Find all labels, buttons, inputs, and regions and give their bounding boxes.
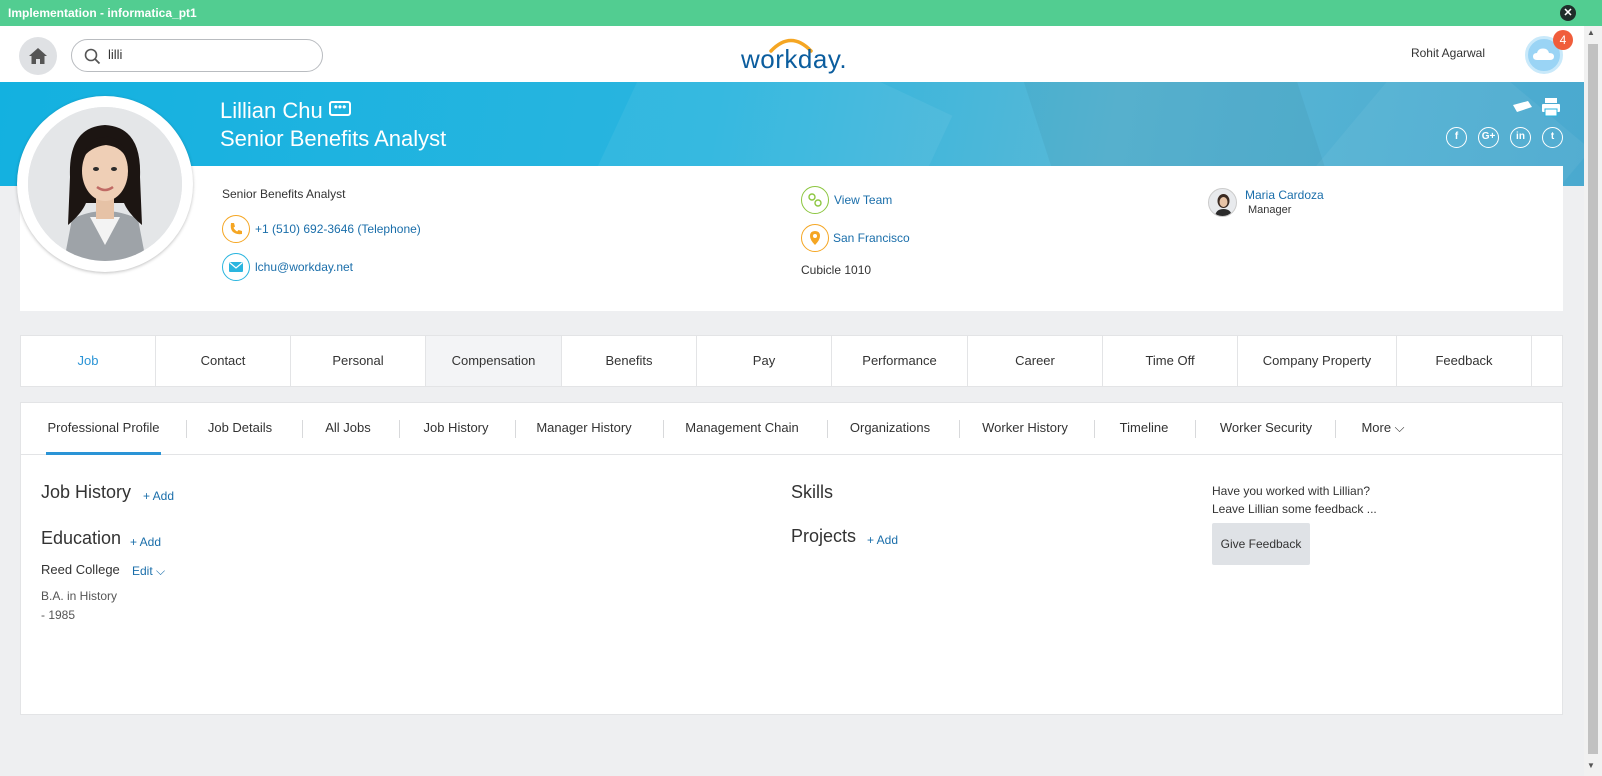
workday-logo[interactable]: workday. (741, 32, 848, 76)
tab-compensation[interactable]: Compensation (426, 336, 562, 386)
subtab-job-details[interactable]: Job Details (206, 403, 274, 455)
search-box[interactable] (71, 39, 323, 72)
cubicle-label: Cubicle 1010 (801, 263, 872, 277)
worker-info-card: Senior Benefits Analyst +1 (510) 692-364… (20, 166, 1563, 311)
skills-heading: Skills (791, 482, 834, 502)
subtab-worker-history[interactable]: Worker History (981, 403, 1069, 455)
tab-benefits[interactable]: Benefits (562, 336, 697, 386)
subtab-all-jobs[interactable]: All Jobs (323, 403, 373, 455)
subtab-divider (515, 420, 516, 438)
school-name: Reed College (41, 562, 120, 577)
manager-name-link[interactable]: Maria Cardoza (1245, 188, 1324, 202)
related-actions-button[interactable]: ••• (329, 101, 351, 116)
degree-year: - 1985 (41, 608, 76, 622)
degree-text: B.A. in History (41, 589, 118, 603)
add-job-history-link[interactable]: + Add (143, 489, 174, 503)
scrollbar-thumb[interactable] (1588, 44, 1598, 754)
phone-link[interactable]: +1 (510) 692-3646 (Telephone) (255, 222, 421, 236)
location-pin-icon (801, 224, 829, 252)
search-icon (84, 48, 101, 65)
subtab-divider (1335, 420, 1336, 438)
add-project-link[interactable]: + Add (867, 533, 898, 547)
logo-text: workday. (741, 44, 848, 74)
tab-time-off[interactable]: Time Off (1103, 336, 1238, 386)
tag-icon[interactable] (1512, 100, 1534, 114)
tab-pay[interactable]: Pay (697, 336, 832, 386)
subtab-professional-profile[interactable]: Professional Profile (46, 403, 161, 455)
subtab-management-chain[interactable]: Management Chain (684, 403, 800, 455)
scroll-up-icon[interactable]: ▲ (1587, 28, 1595, 37)
position-label: Senior Benefits Analyst (222, 187, 346, 201)
feedback-prompt: Leave Lillian some feedback ... (1212, 502, 1377, 516)
print-icon[interactable] (1540, 96, 1562, 118)
job-history-heading: Job History (41, 482, 132, 502)
scroll-down-icon[interactable]: ▼ (1587, 761, 1595, 770)
email-link[interactable]: lchu@workday.net (255, 260, 353, 274)
subtab-divider (399, 420, 400, 438)
tab-feedback[interactable]: Feedback (1397, 336, 1532, 386)
projects-heading: Projects (791, 526, 857, 546)
job-content-panel: Professional Profile Job Details All Job… (20, 402, 1563, 715)
worker-name: Lillian Chu (220, 98, 323, 123)
twitter-icon[interactable]: t (1542, 127, 1563, 148)
google-plus-icon[interactable]: G+ (1478, 127, 1499, 148)
window-title: Implementation - informatica_pt1 (8, 6, 197, 20)
give-feedback-button[interactable]: Give Feedback (1212, 523, 1310, 565)
subtab-divider (1094, 420, 1095, 438)
subtab-manager-history[interactable]: Manager History (536, 403, 632, 455)
sub-tab-bar: Professional Profile Job Details All Job… (21, 403, 1562, 455)
tab-company-property[interactable]: Company Property (1238, 336, 1397, 386)
education-heading: Education (41, 528, 122, 548)
manager-avatar[interactable] (1208, 188, 1237, 217)
top-nav-bar: workday. Rohit Agarwal 4 (0, 26, 1584, 82)
search-input[interactable] (108, 47, 308, 62)
subtab-worker-security[interactable]: Worker Security (1218, 403, 1314, 455)
close-icon[interactable]: ✕ (1560, 5, 1576, 21)
tab-job[interactable]: Job (21, 336, 156, 386)
user-name[interactable]: Rohit Agarwal (1411, 46, 1485, 60)
team-icon (801, 186, 829, 214)
subtab-job-history[interactable]: Job History (421, 403, 491, 455)
notification-badge[interactable]: 4 (1553, 30, 1573, 50)
phone-icon (222, 215, 250, 243)
linkedin-icon[interactable]: in (1510, 127, 1531, 148)
feedback-question: Have you worked with Lillian? (1212, 484, 1371, 498)
subtab-divider (186, 420, 187, 438)
worker-job-title: Senior Benefits Analyst (220, 126, 447, 151)
tab-performance[interactable]: Performance (832, 336, 968, 386)
tab-personal[interactable]: Personal (291, 336, 426, 386)
edit-education-button[interactable]: Edit ⌵ (132, 564, 165, 579)
subtab-divider (827, 420, 828, 438)
manager-role-label: Manager (1248, 204, 1292, 216)
tab-career[interactable]: Career (968, 336, 1103, 386)
subtab-divider (959, 420, 960, 438)
main-tab-bar: Job Contact Personal Compensation Benefi… (20, 335, 1563, 387)
facebook-icon[interactable]: f (1446, 127, 1467, 148)
email-icon (222, 253, 250, 281)
subtab-timeline[interactable]: Timeline (1117, 403, 1171, 455)
subtab-organizations[interactable]: Organizations (848, 403, 932, 455)
subtab-divider (1195, 420, 1196, 438)
view-team-link[interactable]: View Team (834, 193, 892, 207)
subtab-divider (663, 420, 664, 438)
tab-contact[interactable]: Contact (156, 336, 291, 386)
profile-photo[interactable] (28, 107, 182, 261)
home-icon (29, 48, 47, 64)
subtab-more[interactable]: More ⌵ (1359, 403, 1407, 455)
location-link[interactable]: San Francisco (833, 231, 910, 245)
home-button[interactable] (19, 37, 57, 75)
profile-photo-frame (17, 96, 193, 272)
subtab-divider (302, 420, 303, 438)
window-title-bar: Implementation - informatica_pt1 ✕ (0, 0, 1602, 26)
add-education-link[interactable]: + Add (130, 535, 161, 549)
